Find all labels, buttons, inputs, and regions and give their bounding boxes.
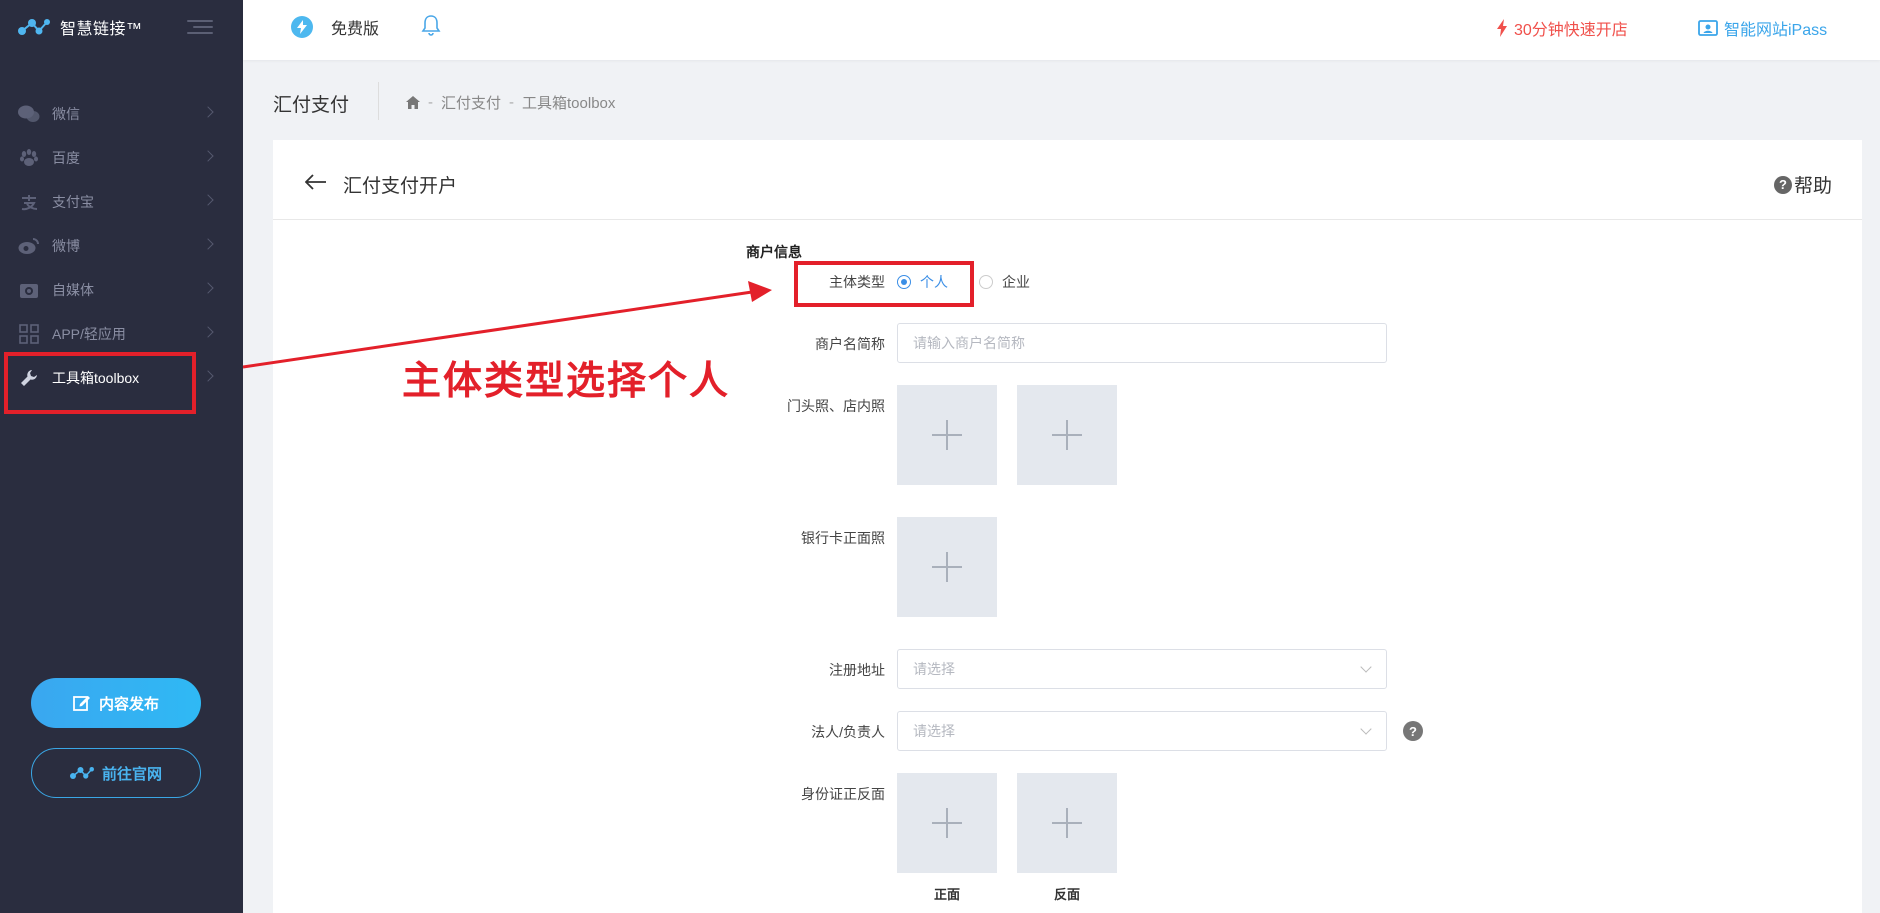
quick-open-store-link[interactable]: 30分钟快速开店 [1496,16,1628,40]
legal-person-help-icon[interactable]: ? [1403,721,1423,741]
id-card-front-upload[interactable] [897,773,997,873]
storefront-photo-upload[interactable] [897,385,997,485]
legal-person-label: 法人/负责人 [811,724,885,740]
chevron-right-icon [202,370,214,382]
card-title: 汇付支付开户 [343,176,458,197]
plan-indicator[interactable]: 免费版 [291,15,379,39]
sidebar-item-label: 支付宝 [52,194,94,210]
id-card-label: 身份证正反面 [801,786,885,802]
sidebar-item-label: 自媒体 [52,282,94,298]
page-title: 汇付支付 [273,95,350,116]
card-header: 汇付支付开户 ? 帮助 [273,140,1862,220]
help-link[interactable]: ? 帮助 [1773,171,1832,198]
sidebar-item-wechat[interactable]: 微信 [0,92,243,136]
lightning-icon [1497,19,1507,37]
legal-person-placeholder: 请选择 [913,723,955,739]
breadcrumb: - 汇付支付 - 工具箱toolbox [406,92,615,113]
publish-content-button[interactable]: 内容发布 [31,678,201,728]
subject-type-enterprise-radio[interactable]: 企业 [979,272,1030,292]
help-icon: ? [1773,175,1792,194]
menu-toggle-icon[interactable] [187,18,213,36]
quick-open-store-label: 30分钟快速开店 [1514,22,1628,39]
interior-photo-upload[interactable] [1017,385,1117,485]
sidebar-item-app[interactable]: APP/轻应用 [0,312,243,356]
reg-address-placeholder: 请选择 [913,661,955,677]
breadcrumb-separator: - [509,94,515,111]
weibo-icon [18,235,40,257]
camera-icon [18,279,40,301]
chevron-right-icon [202,194,214,206]
annotation-callout-text: 主体类型选择个人 [402,360,731,403]
chevron-down-icon [1360,723,1372,735]
bank-card-label: 银行卡正面照 [801,530,885,546]
sidebar-item-alipay[interactable]: 支付宝 [0,180,243,224]
merchant-name-input[interactable]: 请输入商户名简称 [897,323,1387,363]
paw-icon [18,147,40,169]
back-arrow-icon[interactable] [304,174,327,195]
chevron-right-icon [202,238,214,250]
section-title: 商户信息 [746,244,802,260]
ipass-label: 智能网站iPass [1724,22,1828,39]
breadcrumb-bar: 汇付支付 - 汇付支付 - 工具箱toolbox [243,60,1880,140]
home-icon[interactable] [406,96,420,109]
sidebar-item-label: 微博 [52,238,80,254]
breadcrumb-item[interactable]: 汇付支付 [441,92,501,113]
merchant-name-placeholder: 请输入商户名简称 [913,335,1025,351]
publish-content-label: 内容发布 [98,695,159,713]
ipass-link[interactable]: 智能网站iPass [1698,16,1827,40]
bell-icon[interactable] [421,14,441,41]
chevron-right-icon [202,150,214,162]
radio-label: 企业 [1002,274,1030,290]
sidebar-item-label: 微信 [52,106,80,122]
id-card-back-caption: 反面 [1053,887,1080,902]
chevron-right-icon [202,326,214,338]
sidebar-item-weibo[interactable]: 微博 [0,224,243,268]
help-label: 帮助 [1793,176,1832,197]
go-official-site-label: 前往官网 [101,765,162,783]
apps-grid-icon [18,323,40,345]
go-official-site-button[interactable]: 前往官网 [31,748,201,798]
id-card-back-upload[interactable] [1017,773,1117,873]
sidebar-item-label: APP/轻应用 [52,326,126,342]
plan-label: 免费版 [331,21,380,38]
brand-logo-icon [69,767,94,779]
radio-dot [979,275,993,289]
annotation-highlight-subject-type [794,261,974,307]
sidebar-item-label: 百度 [52,150,80,166]
id-card-front-caption: 正面 [933,887,960,902]
edit-icon [73,696,90,711]
wechat-icon [18,103,40,125]
chevron-right-icon [202,106,214,118]
legal-person-select[interactable]: 请选择 [897,711,1387,751]
brand[interactable]: 智慧链接™ [18,12,143,42]
sidebar: 智慧链接™ 微信 百度 支付宝 微博 自媒体 APP/轻应用 工具箱toolbo… [0,0,243,913]
bank-card-upload[interactable] [897,517,997,617]
breadcrumb-item[interactable]: 工具箱toolbox [522,92,615,113]
breadcrumb-separator: - [428,94,433,111]
reg-address-label: 注册地址 [829,662,885,678]
sidebar-item-baidu[interactable]: 百度 [0,136,243,180]
chevron-right-icon [202,282,214,294]
chevron-down-icon [1360,661,1372,673]
brand-name: 智慧链接™ [60,21,143,38]
divider [378,82,379,120]
brand-logo-icon [18,19,50,35]
lightning-badge-icon [291,16,313,38]
contact-card-icon [1698,20,1718,36]
annotation-highlight-toolbox [4,352,196,414]
alipay-icon [18,191,40,213]
top-header: 免费版 30分钟快速开店 智能网站iPass [243,0,1880,60]
reg-address-select[interactable]: 请选择 [897,649,1387,689]
main-card: 汇付支付开户 ? 帮助 商户信息 主体类型 个人 企业 商户名简称 请输入商户名… [273,140,1862,913]
sidebar-item-media[interactable]: 自媒体 [0,268,243,312]
